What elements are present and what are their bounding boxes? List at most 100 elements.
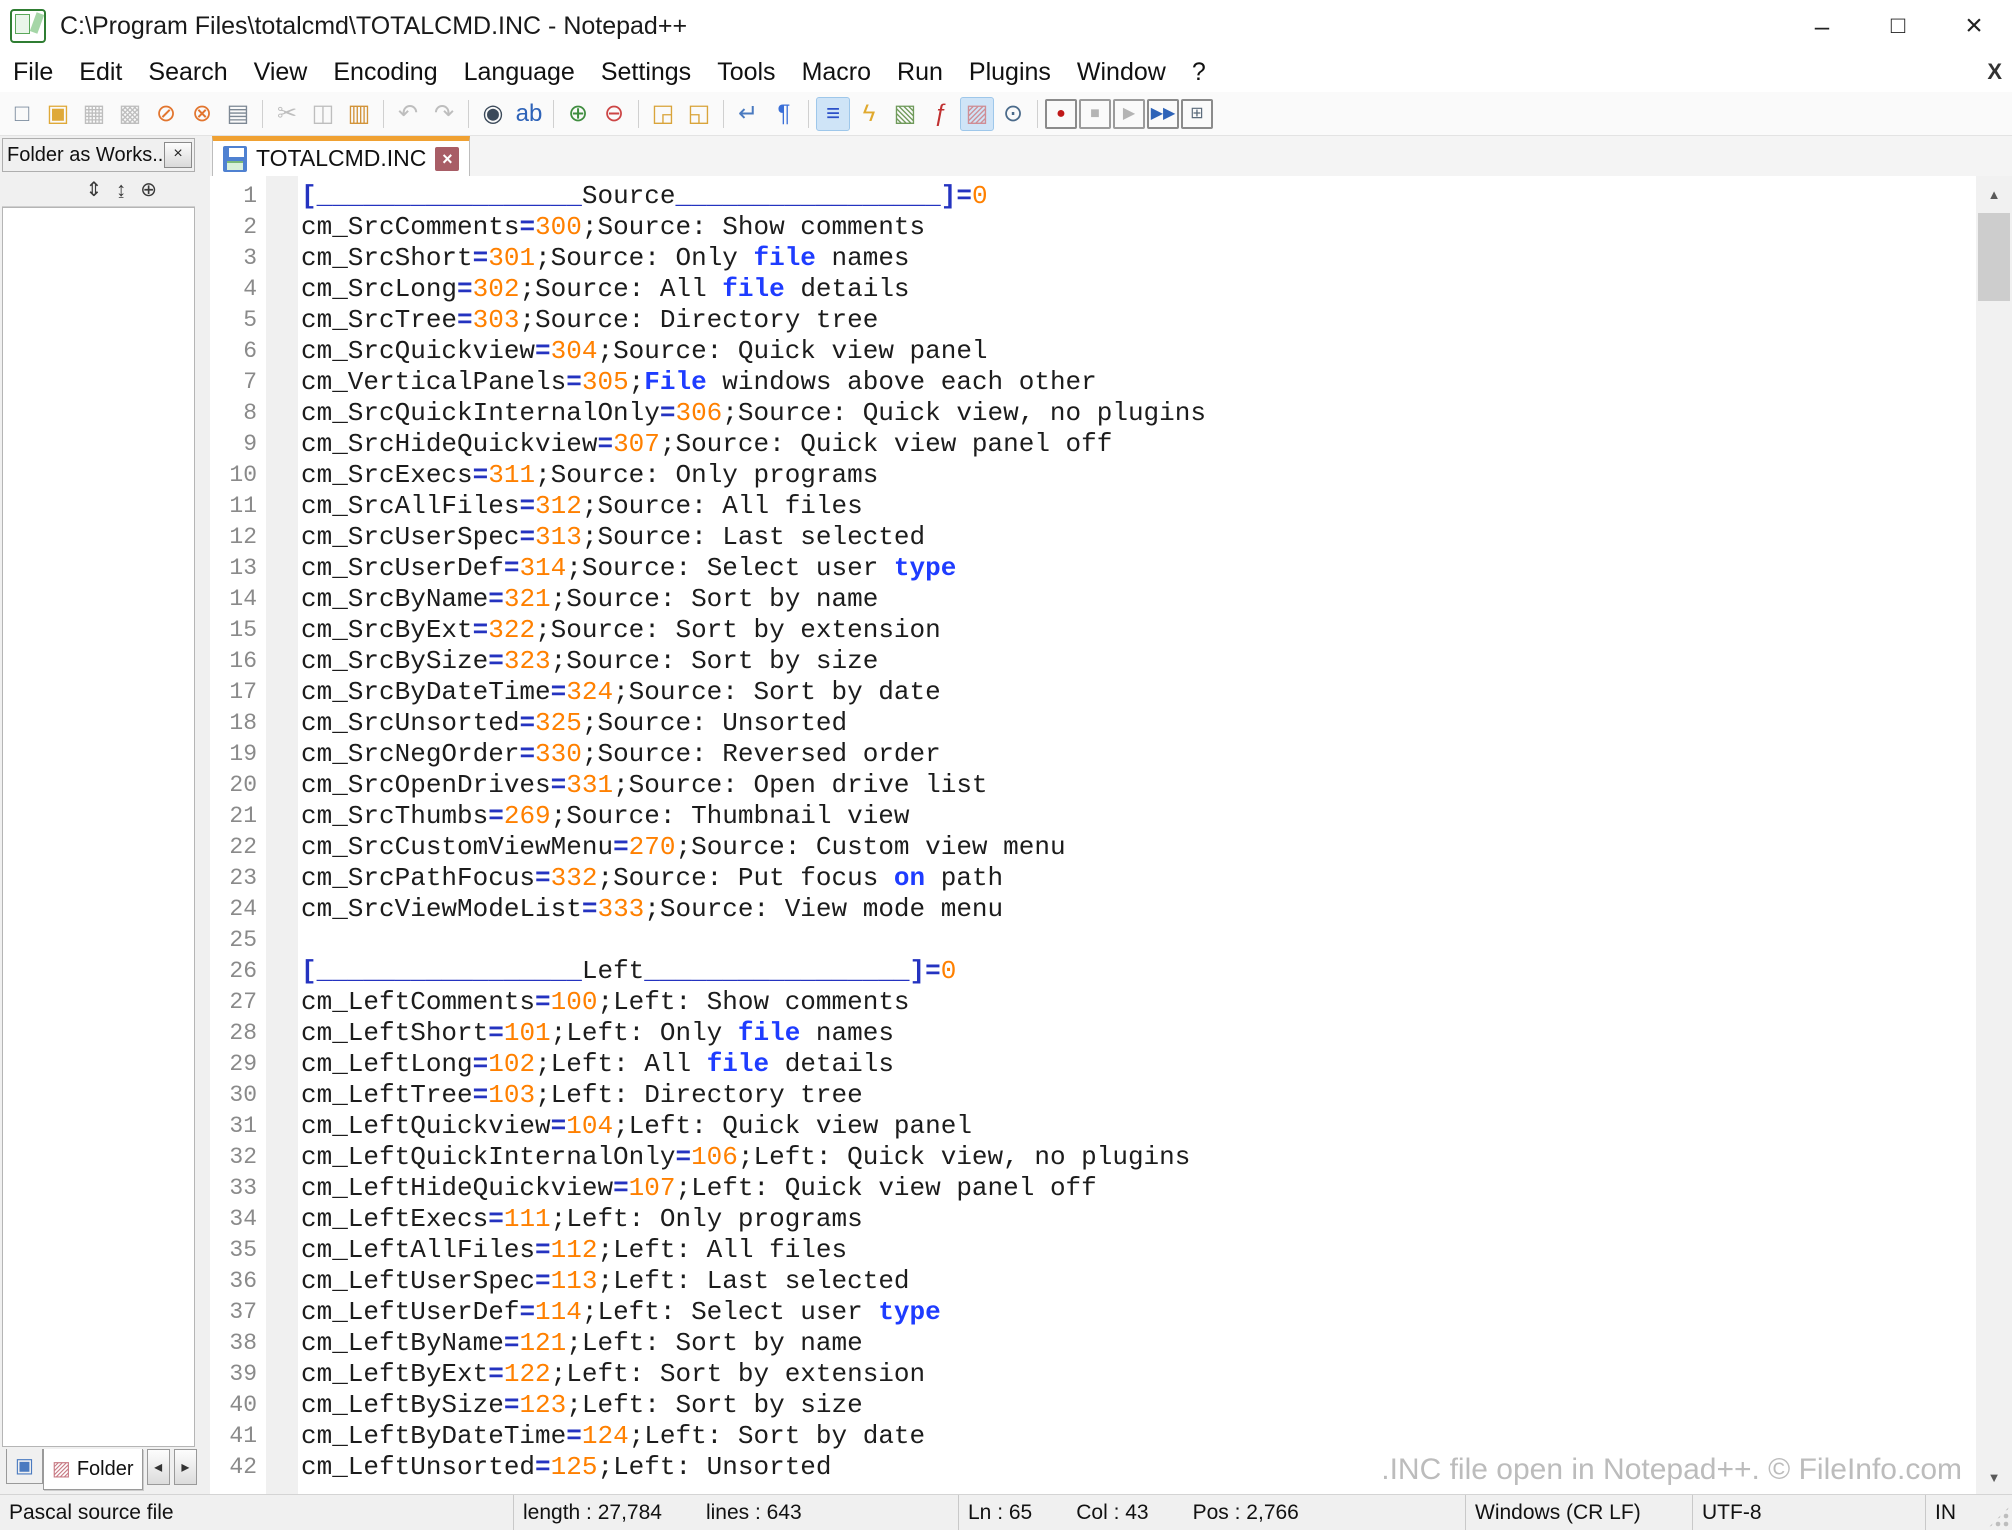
close-tab-icon: × [442, 148, 453, 169]
close-tab-button[interactable]: × [435, 146, 460, 171]
sync-horizontal-scroll-button[interactable]: ◱ [682, 97, 716, 131]
undo-button[interactable]: ↶ [391, 97, 425, 131]
panel-close-button[interactable]: × [164, 142, 192, 168]
macro-run-multiple-button[interactable]: ▶▶ [1147, 98, 1179, 129]
menu-item-view[interactable]: View [241, 52, 321, 92]
tab-scroll-right-button[interactable]: ▸ [173, 1449, 197, 1485]
zoom-out-icon: ⊖ [603, 99, 625, 127]
show-all-characters-button[interactable]: ¶ [767, 97, 801, 131]
scroll-down-button[interactable]: ▼ [1976, 1459, 2012, 1495]
expand-all-button[interactable]: ⇕ [85, 180, 102, 200]
close-all-button[interactable]: ⊗ [185, 97, 219, 131]
macro-save-button[interactable]: ⊞ [1181, 98, 1213, 129]
word-wrap-button[interactable]: ↵ [731, 97, 765, 131]
panel-splitter[interactable] [197, 136, 210, 1495]
macro-record-button[interactable]: ● [1045, 98, 1077, 129]
macro-play-button[interactable]: ▶ [1113, 98, 1145, 129]
folder-icon: ▨ [51, 1458, 71, 1480]
resize-grip[interactable] [1988, 1506, 2010, 1528]
eol-format-label: Windows (CR LF) [1475, 1500, 1641, 1524]
menu-item-encoding[interactable]: Encoding [320, 52, 450, 92]
open-file-button[interactable]: ▣ [41, 97, 75, 131]
workspace-tab[interactable]: ▣ [6, 1449, 43, 1484]
menu-item-edit[interactable]: Edit [66, 52, 135, 92]
folder-as-workspace-button[interactable]: ▨ [960, 96, 994, 131]
show-indent-guide-button[interactable]: ≡ [816, 96, 850, 131]
status-encoding: UTF-8 [1692, 1495, 1925, 1530]
line-number: 26 [229, 958, 257, 984]
toolbar-separator [553, 99, 554, 128]
scroll-up-icon: ▲ [1987, 186, 2001, 202]
save-button[interactable]: ▦ [77, 97, 111, 131]
menu-item-tools[interactable]: Tools [704, 52, 788, 92]
toolbar: □ ▣ ▦ ▩ ⊘ ⊗ ▤ ✂ ◫ ▥ ↶ ↷ ◉ ab ⊕ ⊖ ◲ ◱ ↵ ¶ ≡ ϟ ▧ ƒ ▨ ⊙ ● ■ ▶ ▶▶ ⊞ [0, 92, 2012, 136]
document-tab-bar: TOTALCMD.INC × [210, 136, 2012, 177]
minimize-button[interactable]: – [1784, 0, 1860, 52]
zoom-out-button[interactable]: ⊖ [597, 97, 631, 131]
folder-tree-area[interactable] [2, 207, 195, 1447]
copy-button[interactable]: ◫ [306, 97, 340, 131]
macro-stop-button[interactable]: ■ [1079, 98, 1111, 129]
menu-item-language[interactable]: Language [451, 52, 588, 92]
menu-item-settings[interactable]: Settings [588, 52, 704, 92]
vertical-scrollbar[interactable]: ▲ ▼ [1976, 176, 2012, 1495]
menu-item-file[interactable]: File [0, 52, 66, 92]
line-number: 19 [229, 741, 257, 767]
scrollbar-thumb[interactable] [1978, 213, 2010, 301]
line-number-margin[interactable]: 1 2 3 4 5 6 7 8 9 10 11 12 13 14 15 16 17 18 19 20 21 22 23 24 2… [210, 176, 266, 1495]
fold-margin[interactable] [266, 176, 298, 1495]
redo-button[interactable]: ↷ [427, 97, 461, 131]
status-cursor-position: Ln : 65 Col : 43 Pos : 2,766 [958, 1495, 1465, 1530]
monitoring-button[interactable]: ⊙ [996, 97, 1030, 131]
line-number: 24 [229, 896, 257, 922]
cut-icon: ✂ [276, 99, 298, 127]
line-number: 31 [229, 1113, 257, 1139]
find-button[interactable]: ◉ [476, 97, 510, 131]
menubar-close-button[interactable]: X [1987, 59, 2012, 85]
maximize-button[interactable]: □ [1860, 0, 1936, 52]
function-list-button[interactable]: ƒ [924, 97, 958, 131]
line-number: 20 [229, 772, 257, 798]
document-map-button[interactable]: ▧ [888, 97, 922, 131]
close-button[interactable]: ⊘ [149, 97, 183, 131]
menu-item-run[interactable]: Run [884, 52, 956, 92]
locate-current-file-button[interactable]: ⊕ [140, 180, 157, 200]
save-all-icon: ▩ [118, 99, 142, 127]
print-button[interactable]: ▤ [221, 97, 255, 131]
collapse-all-button[interactable]: ↨ [116, 180, 126, 200]
menu-item-search[interactable]: Search [135, 52, 240, 92]
doc-lines-label: lines : 643 [705, 1500, 802, 1524]
cut-button[interactable]: ✂ [270, 97, 304, 131]
toolbar-separator [638, 99, 639, 128]
tab-totalcmd-inc[interactable]: TOTALCMD.INC × [212, 136, 471, 176]
scroll-up-button[interactable]: ▲ [1976, 176, 2012, 212]
text-editing-surface[interactable]: 1 2 3 4 5 6 7 8 9 10 11 12 13 14 15 16 17 18 19 20 21 22 23 24 2… [210, 176, 1976, 1495]
zoom-in-button[interactable]: ⊕ [561, 97, 595, 131]
replace-button[interactable]: ab [512, 97, 546, 131]
menu-item-window[interactable]: Window [1064, 52, 1179, 92]
print-icon: ▤ [226, 99, 250, 127]
code-line: cm_LeftByExt=122;Left: Sort by extension [301, 1359, 926, 1389]
saved-file-icon [223, 145, 247, 172]
code-line: cm_LeftByDateTime=124;Left: Sort by date [301, 1421, 926, 1451]
tab-scroll-left-button[interactable]: ◂ [146, 1449, 170, 1485]
code-line: cm_SrcByExt=322;Source: Sort by extensio… [301, 615, 941, 645]
save-all-button[interactable]: ▩ [113, 97, 147, 131]
code-line: cm_SrcShort=301;Source: Only file names [301, 243, 910, 273]
menu-item-help[interactable]: ? [1179, 52, 1219, 92]
sync-vertical-scroll-button[interactable]: ◲ [646, 97, 680, 131]
close-window-button[interactable]: × [1936, 0, 2012, 52]
menu-item-macro[interactable]: Macro [789, 52, 884, 92]
paste-button[interactable]: ▥ [342, 97, 376, 131]
new-file-button[interactable]: □ [5, 97, 39, 131]
folder-tab[interactable]: ▨ Folder [42, 1449, 143, 1490]
toolbar-separator [383, 99, 384, 128]
scroll-down-icon: ▼ [1987, 1469, 2001, 1485]
show-indent-guide-icon: ≡ [825, 99, 840, 127]
define-language-button[interactable]: ϟ [852, 97, 886, 131]
undo-icon: ↶ [397, 99, 419, 127]
menu-item-plugins[interactable]: Plugins [956, 52, 1064, 92]
line-number: 34 [229, 1206, 257, 1232]
code-line: cm_SrcAllFiles=312;Source: All files [301, 491, 863, 521]
maximize-icon: □ [1890, 12, 1906, 39]
